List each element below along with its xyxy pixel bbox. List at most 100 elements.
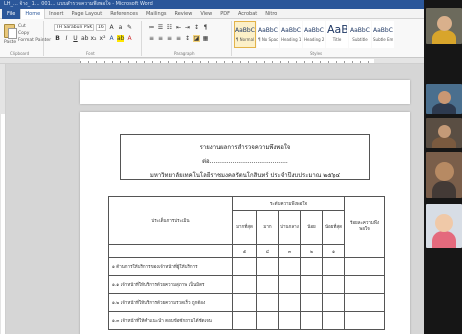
style-sample: AaBbCcDd xyxy=(258,27,278,34)
rating-cell[interactable] xyxy=(344,293,385,312)
clear-format-icon[interactable]: ✎ xyxy=(126,24,133,31)
tab-insert[interactable]: Insert xyxy=(45,9,67,19)
numbering-icon[interactable]: ☰ xyxy=(157,24,164,31)
tab-review[interactable]: Review xyxy=(170,9,196,19)
rating-cell[interactable] xyxy=(278,257,301,276)
rating-cell[interactable] xyxy=(344,275,385,294)
rating-cell[interactable] xyxy=(232,311,257,330)
shrink-font-icon[interactable]: a xyxy=(117,24,124,31)
tab-pdf[interactable]: PDF xyxy=(216,9,234,19)
shading-icon[interactable]: ◪ xyxy=(193,35,200,42)
style-name: Subtle Em... xyxy=(373,37,393,42)
rating-cell[interactable] xyxy=(300,257,323,276)
paste-icon[interactable] xyxy=(4,24,17,39)
report-university-line: มหาวิทยาลัยเทคโนโลยีราชมงคลรัตนโกสินทร์ … xyxy=(149,172,341,179)
rating-cell[interactable] xyxy=(300,275,323,294)
style-3[interactable]: AaBbCc Heading 2 xyxy=(303,21,325,48)
tab-home[interactable]: Home xyxy=(20,8,46,19)
rating-cell[interactable] xyxy=(256,275,279,294)
rating-cell[interactable] xyxy=(300,293,323,312)
vertical-ruler[interactable] xyxy=(0,64,6,334)
participant-video-tile[interactable] xyxy=(426,204,462,248)
participant-video-tile[interactable] xyxy=(426,84,462,114)
font-name-box[interactable]: TH Sarabun PSK xyxy=(54,24,94,31)
tab-page-layout[interactable]: Page Layout xyxy=(67,9,106,19)
style-sample: AaBbC xyxy=(281,27,301,34)
highlight-icon[interactable]: ab xyxy=(117,35,125,42)
score-header: ๕ xyxy=(232,244,257,258)
cut-button[interactable]: Cut xyxy=(18,24,26,29)
participant-video-tile[interactable] xyxy=(426,118,462,148)
tab-file[interactable]: File xyxy=(2,8,21,19)
tab-acrobat[interactable]: Acrobat xyxy=(234,9,261,19)
justify-icon[interactable]: ≡ xyxy=(175,35,182,42)
decrease-indent-icon[interactable]: ⇤ xyxy=(175,24,182,31)
participant-video-tile[interactable] xyxy=(426,8,462,44)
table-row: ๑.๓ เจ้าหน้าที่ให้คำแนะนำ ตอบข้อซักถามได… xyxy=(108,311,385,330)
increase-indent-icon[interactable]: ⇥ xyxy=(184,24,191,31)
strikethrough-icon[interactable]: ab xyxy=(81,35,89,42)
rating-cell[interactable] xyxy=(322,275,345,294)
report-title-box: รายงานผลการสำรวจความพึงพอใจ ต่อ.........… xyxy=(120,134,370,180)
tab-references[interactable]: References xyxy=(106,9,142,19)
participant-video-tile[interactable] xyxy=(426,152,462,198)
document-page[interactable]: รายงานผลการสำรวจความพึงพอใจ ต่อ.........… xyxy=(80,112,410,334)
style-name: Subtitle xyxy=(352,37,368,42)
rating-cell[interactable] xyxy=(232,293,257,312)
line-spacing-icon[interactable]: ↕ xyxy=(184,35,191,42)
bullets-icon[interactable]: ≔ xyxy=(148,24,155,31)
rating-cell[interactable] xyxy=(256,293,279,312)
rating-cell[interactable] xyxy=(232,257,257,276)
rating-cell[interactable] xyxy=(322,311,345,330)
rating-cell[interactable] xyxy=(322,257,345,276)
rating-cell[interactable] xyxy=(256,311,279,330)
style-2[interactable]: AaBbC Heading 1 xyxy=(280,21,302,48)
show-marks-icon[interactable]: ¶ xyxy=(202,24,209,31)
row-item-label: ๑ ด้านการให้บริการของเจ้าหน้าที่ผู้ให้บร… xyxy=(108,257,233,276)
font-color-icon[interactable]: A xyxy=(126,35,133,42)
score-header: ๔ xyxy=(256,244,279,258)
rating-cell[interactable] xyxy=(256,257,279,276)
tab-mailings[interactable]: Mailings xyxy=(142,9,171,19)
underline-icon[interactable]: U xyxy=(72,35,79,42)
bold-icon[interactable]: B xyxy=(54,35,61,42)
horizontal-ruler[interactable] xyxy=(0,58,424,64)
rating-cell[interactable] xyxy=(344,311,385,330)
level-header: น้อยที่สุด xyxy=(322,210,345,245)
rating-cell[interactable] xyxy=(322,293,345,312)
paste-label[interactable]: Paste xyxy=(4,40,16,45)
style-sample: AaBbCcDd xyxy=(373,27,393,34)
participant-body xyxy=(432,30,456,44)
document-page-previous[interactable] xyxy=(80,80,410,104)
style-6[interactable]: AaBbCcDd Subtle Em... xyxy=(372,21,394,48)
align-center-icon[interactable]: ≡ xyxy=(157,35,164,42)
borders-icon[interactable]: ▦ xyxy=(202,35,209,42)
style-0[interactable]: AaBbCcDd ¶ Normal xyxy=(234,21,256,48)
grow-font-icon[interactable]: A xyxy=(108,24,115,31)
tab-view[interactable]: View xyxy=(196,9,216,19)
sort-icon[interactable]: ↕ xyxy=(193,24,200,31)
text-effects-icon[interactable]: A xyxy=(108,35,115,42)
multilevel-list-icon[interactable]: ☷ xyxy=(166,24,173,31)
italic-icon[interactable]: I xyxy=(63,35,70,42)
rating-cell[interactable] xyxy=(278,275,301,294)
item-header: ประเด็นการประเมิน xyxy=(108,196,233,245)
rating-cell[interactable] xyxy=(300,311,323,330)
style-5[interactable]: AaBbCcl Subtitle xyxy=(349,21,371,48)
rating-cell[interactable] xyxy=(278,293,301,312)
ribbon: Paste Cut Copy Format Painter Clipboard … xyxy=(0,19,424,58)
align-left-icon[interactable]: ≡ xyxy=(148,35,155,42)
align-right-icon[interactable]: ≡ xyxy=(166,35,173,42)
rating-cell[interactable] xyxy=(232,275,257,294)
style-4[interactable]: AaB Title xyxy=(326,21,348,48)
rating-cell[interactable] xyxy=(278,311,301,330)
style-1[interactable]: AaBbCcDd ¶ No Spac... xyxy=(257,21,279,48)
tab-nitro[interactable]: Nitro xyxy=(261,9,281,19)
subscript-icon[interactable]: x₂ xyxy=(90,35,97,42)
font-size-box[interactable]: 16 xyxy=(96,24,106,31)
copy-button[interactable]: Copy xyxy=(18,31,29,36)
superscript-icon[interactable]: x² xyxy=(99,35,106,42)
satisfaction-group-header: ระดับความพึงพอใจ xyxy=(232,196,345,211)
style-name: ¶ No Spac... xyxy=(258,37,278,42)
rating-cell[interactable] xyxy=(344,257,385,276)
